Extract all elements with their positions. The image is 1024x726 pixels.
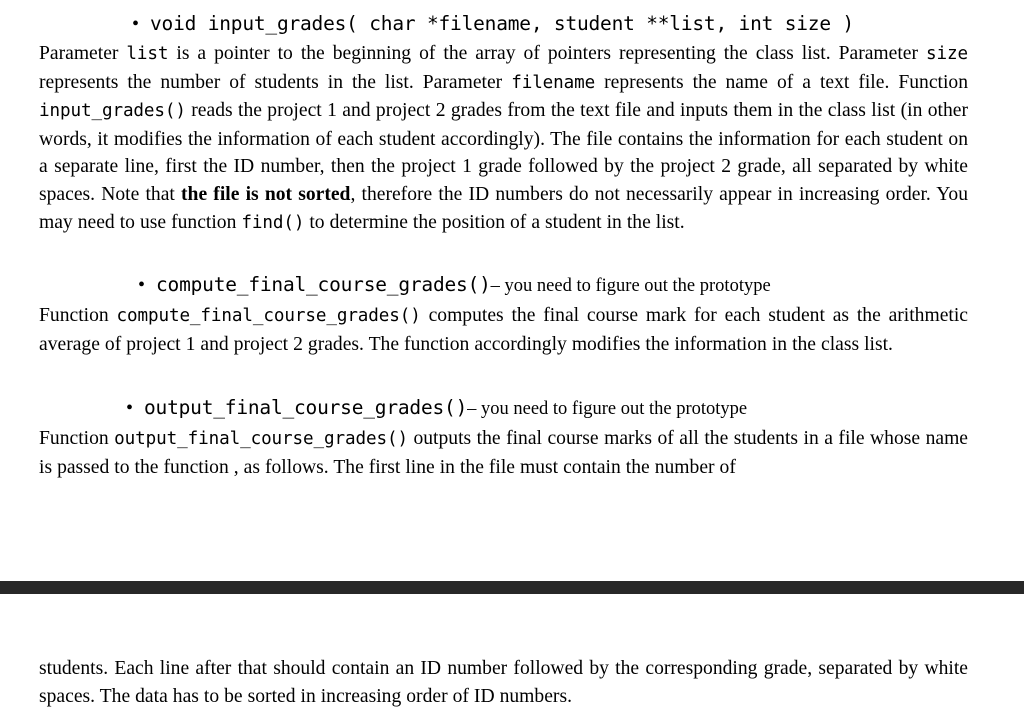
bullet-dot-icon: •: [138, 274, 145, 297]
document-page-bottom: students. Each line after that should co…: [0, 594, 1024, 726]
paragraph-input-grades-description: Parameter list is a pointer to the begin…: [39, 40, 968, 237]
par2-seg-1: Function: [39, 305, 117, 327]
code-compute-final-course-grades-call: compute_final_course_grades(): [116, 306, 421, 327]
code-signature-compute-final-course-grades: compute_final_course_grades(): [156, 273, 491, 297]
code-output-final-course-grades-call: output_final_course_grades(): [114, 429, 408, 450]
code-signature-output-final-course-grades: output_final_course_grades(): [144, 396, 468, 420]
page-separator: [0, 581, 1024, 594]
paragraph-gap-2: [39, 358, 968, 392]
bullet-dot-icon: •: [132, 13, 139, 35]
code-size: size: [926, 44, 968, 64]
bullet-heading-input-grades: • void input_grades( char *filename, stud…: [39, 8, 968, 40]
par3-seg-1: Function: [39, 428, 115, 450]
par1-seg-3: represents the number of students in the…: [39, 71, 512, 93]
bullet-tail-output: – you need to figure out the prototype: [467, 399, 748, 420]
bottom-page-top-spacer: [39, 594, 968, 655]
document-page-top: • void input_grades( char *filename, stud…: [0, 0, 1024, 581]
bullet-heading-output-final-course-grades: • output_final_course_grades()– you need …: [39, 392, 968, 425]
par1-seg-7: to determine the position of a student i…: [304, 211, 685, 233]
code-find-call: find(): [241, 212, 305, 233]
par1-seg-4: represents the name of a text file. Func…: [595, 71, 969, 93]
bullet-tail-compute: – you need to figure out the prototype: [490, 276, 771, 297]
paragraph-output-description: Function output_final_course_grades() ou…: [39, 425, 968, 481]
paragraph-output-description-continued: students. Each line after that should co…: [39, 658, 968, 707]
code-filename: filename: [511, 72, 596, 93]
bullet-dot-icon: •: [126, 397, 133, 420]
top-spacer: [39, 0, 968, 8]
bullet-heading-compute-final-course-grades: • compute_final_course_grades()– you need…: [39, 269, 968, 302]
code-list: list: [126, 44, 169, 64]
code-input-grades-call: input_grades(): [39, 101, 186, 122]
paragraph-gap-1: [39, 237, 968, 269]
par1-seg-2: is a pointer to the beginning of the arr…: [168, 43, 927, 64]
code-signature-input-grades: void input_grades( char *filename, stude…: [150, 12, 854, 35]
paragraph-compute-description: Function compute_final_course_grades() c…: [39, 302, 968, 358]
emphasis-file-not-sorted: the file is not sorted: [181, 183, 351, 205]
par1-seg-1: Parameter: [39, 43, 127, 64]
